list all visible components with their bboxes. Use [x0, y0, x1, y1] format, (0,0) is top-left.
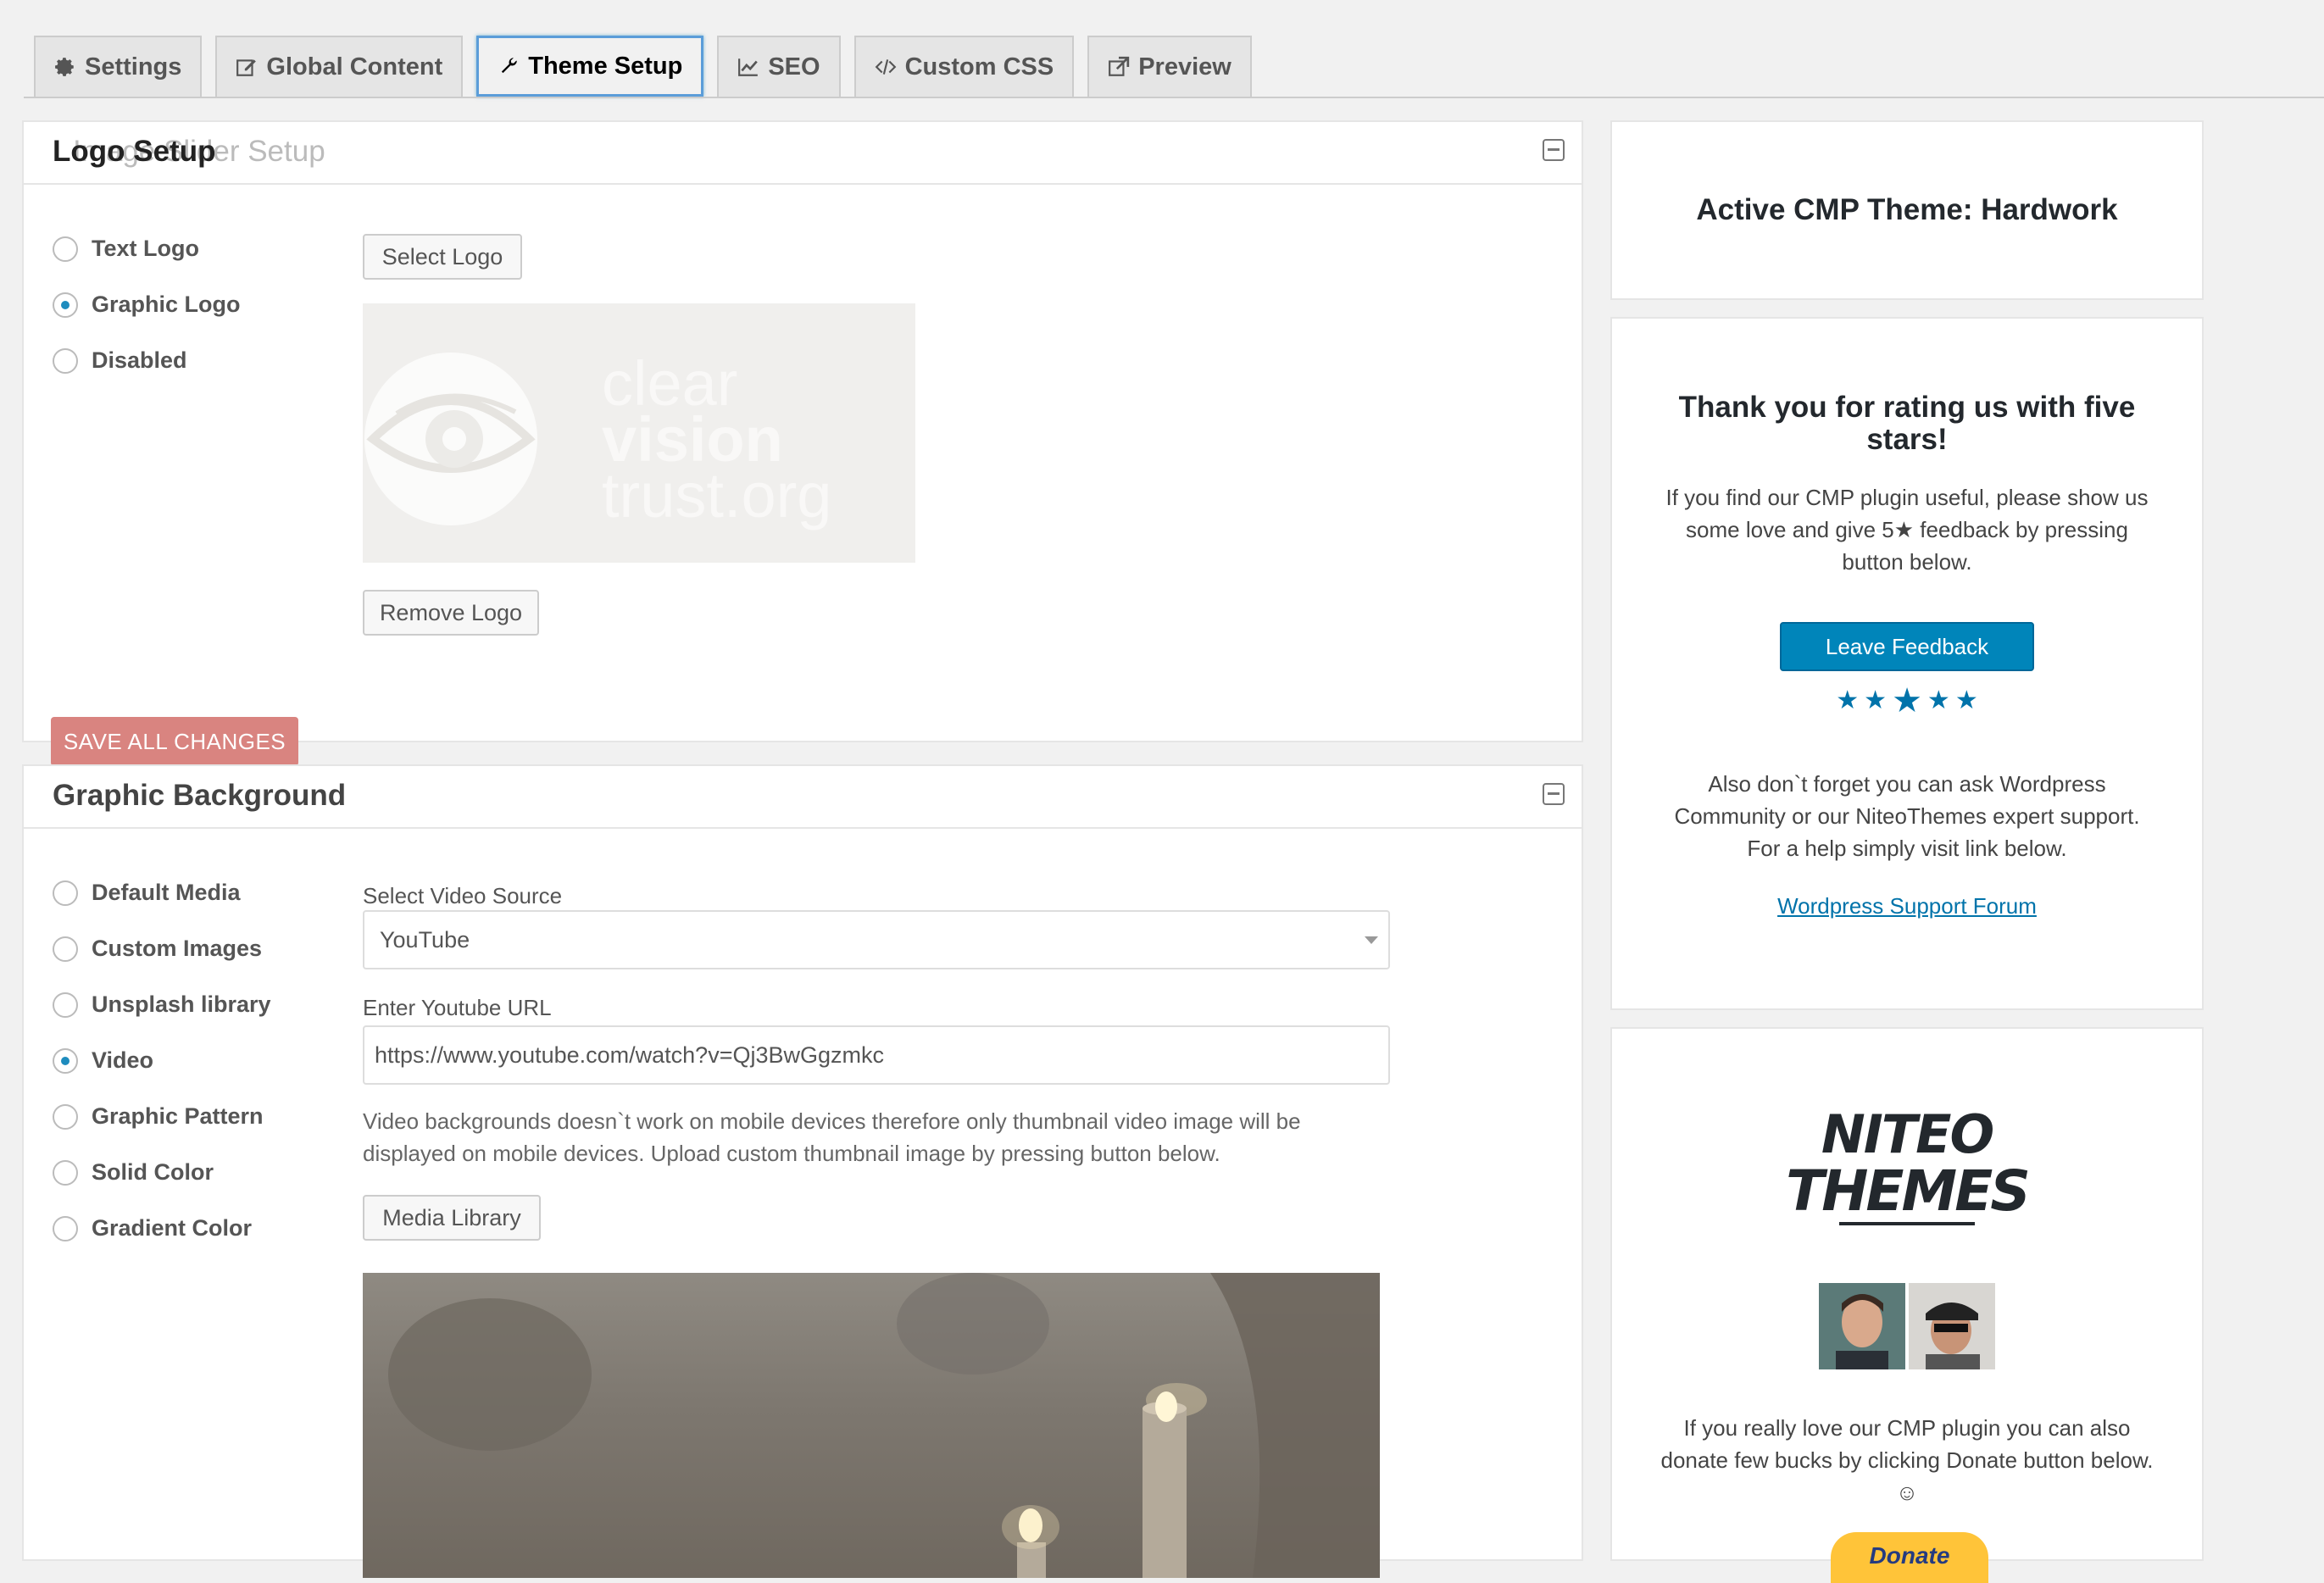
support-text: Also don`t forget you can ask Wordpress … — [1674, 771, 2140, 861]
external-link-icon — [1109, 56, 1130, 76]
leave-feedback-button[interactable]: Leave Feedback — [1780, 622, 2034, 671]
candle-scene — [388, 1273, 1380, 1578]
active-theme-title: Active CMP Theme: Hardwork — [1696, 193, 2118, 226]
video-source-select[interactable]: YouTube — [363, 910, 1390, 969]
tab-seo-label: SEO — [768, 53, 820, 81]
radio-circle[interactable] — [53, 347, 78, 374]
logo-line1: NITEO — [1821, 1103, 1994, 1165]
media-library-button[interactable]: Media Library — [363, 1195, 541, 1241]
avatar — [1819, 1283, 1905, 1369]
collapse-icon[interactable] — [1543, 139, 1565, 161]
tab-settings-label: Settings — [85, 53, 182, 81]
tab-preview-label: Preview — [1138, 53, 1231, 81]
tab-settings[interactable]: Settings — [34, 36, 203, 97]
logo-setup-panel: Image Slider Setup Logo Setup Text Logo … — [22, 120, 1583, 766]
graphic-background-panel: Graphic Background Default Media Custom … — [22, 764, 1583, 1578]
radio-label: Custom Images — [92, 936, 263, 961]
donate-button[interactable]: Donate — [1831, 1532, 1988, 1583]
collapse-icon[interactable] — [1543, 783, 1565, 805]
radio-label: Default Media — [92, 880, 241, 905]
star-icon: ★ — [1954, 686, 1978, 714]
remove-logo-button[interactable]: Remove Logo — [363, 590, 539, 636]
logo-setup-title: Logo Setup — [53, 135, 216, 168]
radio-disabled[interactable]: Disabled — [53, 347, 187, 374]
wrench-icon — [502, 58, 517, 74]
radio-unsplash-library[interactable]: Unsplash library — [53, 991, 271, 1018]
radio-custom-images[interactable]: Custom Images — [53, 936, 262, 962]
avatar — [1909, 1283, 1995, 1369]
radio-circle[interactable] — [53, 1159, 78, 1186]
video-thumbnail-image — [363, 1273, 1380, 1578]
radio-video[interactable]: Video — [53, 1047, 153, 1074]
active-theme-panel: Active CMP Theme: Hardwork — [1610, 120, 2204, 300]
logo-preview-art: clear vision trust.org — [364, 348, 831, 530]
star-icon: ★ — [1892, 682, 1922, 719]
logo-text-line3: trust.org — [602, 460, 831, 530]
star-rating: ★ ★ ★ ★ ★ — [1612, 682, 2202, 719]
chart-line-icon — [738, 58, 759, 76]
radio-label: Solid Color — [92, 1159, 214, 1185]
rating-text: If you find our CMP plugin useful, pleas… — [1665, 485, 2149, 575]
radio-circle[interactable] — [53, 292, 78, 318]
tab-custom-css-label: Custom CSS — [904, 53, 1054, 81]
tab-custom-css[interactable]: Custom CSS — [853, 36, 1075, 97]
graphic-background-title: Graphic Background — [53, 779, 347, 812]
radio-default-media[interactable]: Default Media — [53, 880, 241, 906]
donate-panel: NITEO THEMES If you really love our CMP … — [1610, 1027, 2204, 1583]
logo-setup-header: Image Slider Setup Logo Setup — [24, 122, 1582, 185]
radio-circle[interactable] — [53, 880, 78, 906]
edit-icon — [236, 59, 257, 76]
logo-preview-image: clear vision trust.org — [363, 303, 915, 563]
tab-bar: Settings Global Content Theme Setup SEO … — [34, 36, 1252, 97]
tab-theme-setup[interactable]: Theme Setup — [476, 36, 704, 97]
radio-circle[interactable] — [53, 991, 78, 1018]
graphic-background-header: Graphic Background — [24, 766, 1582, 829]
radio-label: Text Logo — [92, 236, 199, 261]
tab-global-content[interactable]: Global Content — [215, 36, 464, 97]
radio-text-logo[interactable]: Text Logo — [53, 236, 199, 262]
code-icon — [875, 59, 896, 75]
select-logo-button[interactable]: Select Logo — [363, 234, 522, 280]
radio-graphic-pattern[interactable]: Graphic Pattern — [53, 1103, 264, 1130]
niteo-themes-logo: NITEO THEMES — [1612, 1108, 2202, 1225]
star-icon: ★ — [1926, 686, 1950, 714]
support-forum-link[interactable]: Wordpress Support Forum — [1777, 893, 2037, 919]
tab-global-content-label: Global Content — [266, 53, 443, 81]
star-icon: ★ — [1864, 686, 1888, 714]
rating-title: Thank you for rating us with five stars! — [1678, 391, 2136, 456]
chevron-down-icon — [1365, 936, 1378, 944]
tab-preview[interactable]: Preview — [1087, 36, 1252, 97]
radio-gradient-color[interactable]: Gradient Color — [53, 1215, 252, 1241]
radio-label: Gradient Color — [92, 1215, 253, 1241]
logo-line2: THEMES — [1786, 1158, 2031, 1224]
donate-text: If you really love our CMP plugin you ca… — [1660, 1415, 2154, 1505]
radio-circle[interactable] — [53, 1047, 78, 1074]
tab-divider — [24, 97, 2324, 98]
radio-circle[interactable] — [53, 1103, 78, 1130]
radio-label: Graphic Logo — [92, 292, 241, 317]
youtube-url-input[interactable]: https://www.youtube.com/watch?v=Qj3BwGgz… — [363, 1025, 1390, 1085]
radio-label: Unsplash library — [92, 991, 271, 1017]
youtube-url-label: Enter Youtube URL — [363, 995, 552, 1020]
star-icon: ★ — [1836, 686, 1860, 714]
radio-label: Disabled — [92, 347, 187, 373]
video-source-value: YouTube — [380, 926, 470, 953]
rating-panel: Thank you for rating us with five stars!… — [1610, 317, 2204, 1010]
radio-circle[interactable] — [53, 236, 78, 262]
save-all-changes-button[interactable]: SAVE ALL CHANGES — [51, 717, 298, 766]
gear-icon — [55, 58, 74, 76]
radio-solid-color[interactable]: Solid Color — [53, 1159, 214, 1186]
radio-label: Video — [92, 1047, 154, 1073]
radio-circle[interactable] — [53, 936, 78, 962]
radio-circle[interactable] — [53, 1215, 78, 1241]
radio-label: Graphic Pattern — [92, 1103, 264, 1129]
video-source-label: Select Video Source — [363, 883, 563, 908]
tab-theme-setup-label: Theme Setup — [528, 52, 683, 80]
video-hint-text: Video backgrounds doesn`t work on mobile… — [363, 1108, 1301, 1166]
radio-graphic-logo[interactable]: Graphic Logo — [53, 292, 241, 318]
tab-seo[interactable]: SEO — [717, 36, 841, 97]
youtube-url-value: https://www.youtube.com/watch?v=Qj3BwGgz… — [375, 1041, 884, 1068]
